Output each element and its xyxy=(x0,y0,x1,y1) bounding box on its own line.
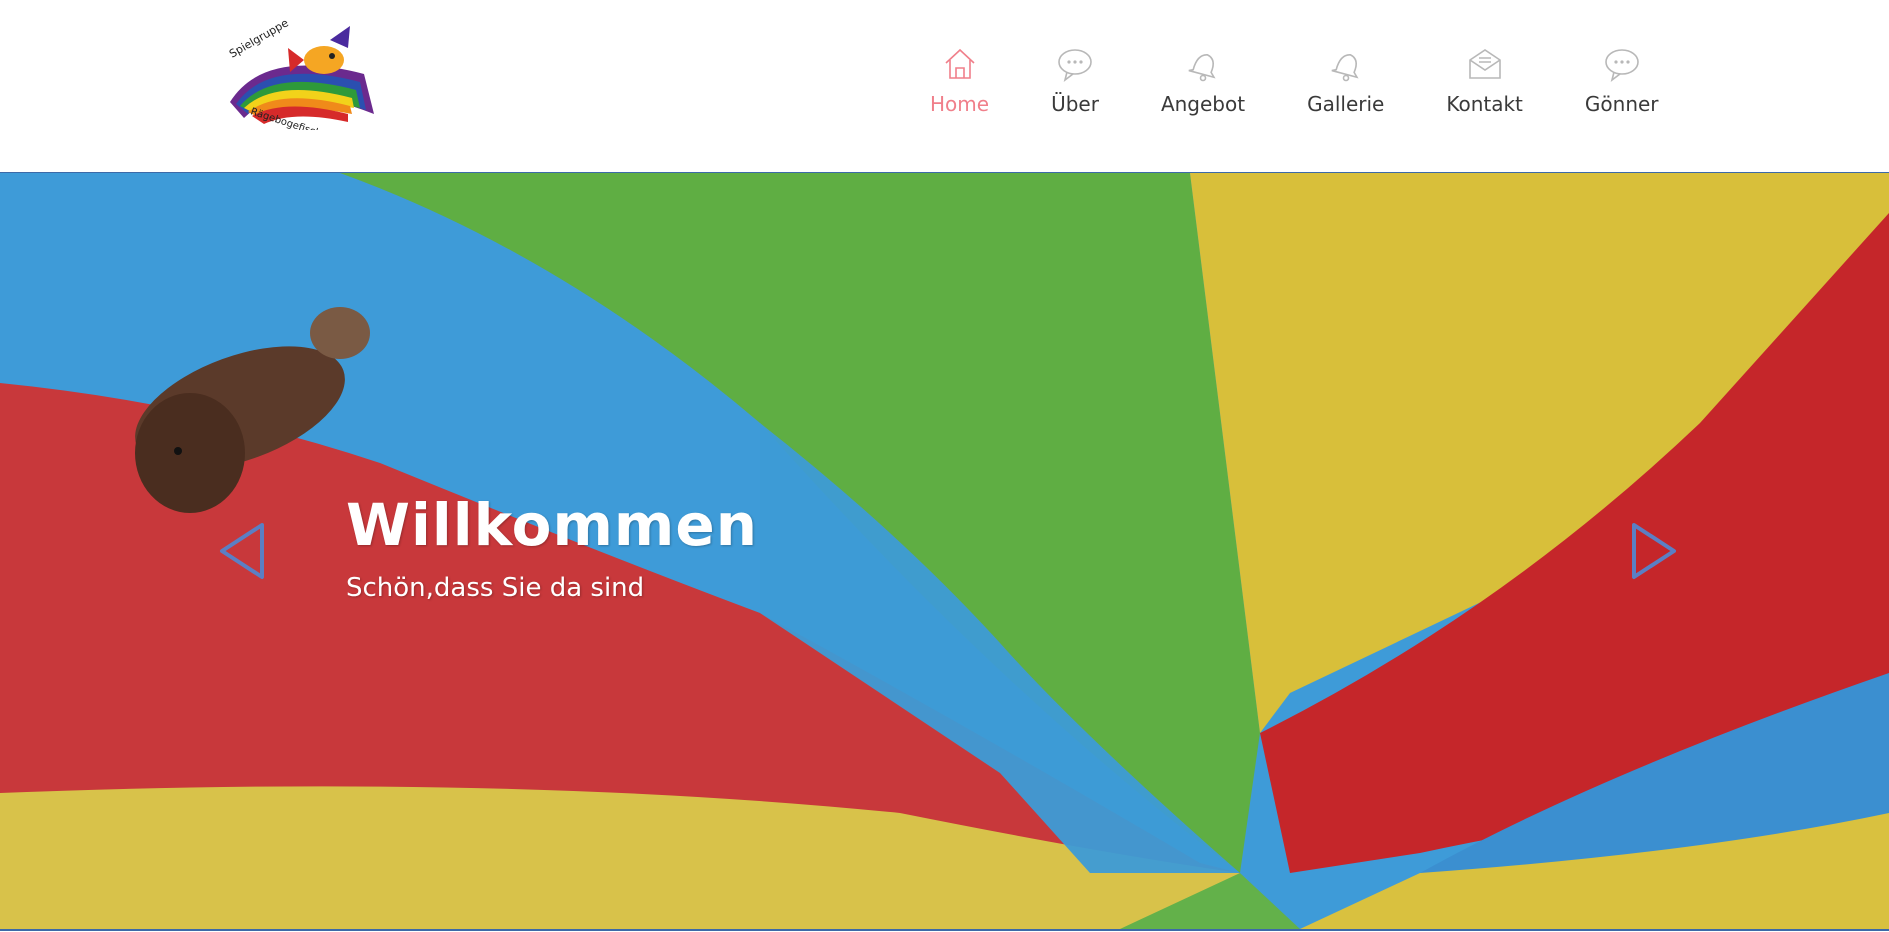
rainbow-fish-logo: Spielgruppe Rägebogefisch xyxy=(227,18,374,130)
bell-icon xyxy=(1183,44,1223,84)
nav-item-angebot[interactable]: Angebot xyxy=(1161,44,1245,116)
house-icon xyxy=(940,44,980,84)
bell-icon xyxy=(1326,44,1366,84)
site-header: Spielgruppe Rägebogefisch Home Über Ange… xyxy=(0,0,1889,172)
triangle-right-icon xyxy=(1632,523,1676,579)
nav-item-kontakt[interactable]: Kontakt xyxy=(1446,44,1523,116)
hero-background-image xyxy=(0,173,1889,929)
speech-bubble-icon xyxy=(1602,44,1642,84)
nav-label-goenner: Gönner xyxy=(1584,92,1659,116)
nav-label-home: Home xyxy=(930,92,990,116)
triangle-left-icon xyxy=(220,523,264,579)
speech-bubble-icon xyxy=(1055,44,1095,84)
envelope-icon xyxy=(1465,44,1505,84)
nav-label-gallerie: Gallerie xyxy=(1307,92,1385,116)
nav-label-angebot: Angebot xyxy=(1160,92,1246,116)
hero-subtitle: Schön,dass Sie da sind xyxy=(346,573,645,603)
main-nav: Home Über Angebot Gallerie Kontakt Gönne… xyxy=(930,44,1659,134)
hero-title: Willkommen xyxy=(346,491,758,559)
slider-prev-button[interactable] xyxy=(214,519,270,583)
nav-item-goenner[interactable]: Gönner xyxy=(1585,44,1659,116)
site-logo[interactable]: Spielgruppe Rägebogefisch xyxy=(224,18,388,130)
slider-next-button[interactable] xyxy=(1626,519,1682,583)
svg-text:Spielgruppe: Spielgruppe xyxy=(227,18,291,61)
hero-slider: Willkommen Schön,dass Sie da sind xyxy=(0,172,1889,931)
nav-label-kontakt: Kontakt xyxy=(1446,92,1523,116)
nav-item-home[interactable]: Home xyxy=(930,44,989,116)
nav-label-ueber: Über xyxy=(1051,92,1099,116)
nav-item-gallerie[interactable]: Gallerie xyxy=(1307,44,1384,116)
nav-item-ueber[interactable]: Über xyxy=(1051,44,1099,116)
